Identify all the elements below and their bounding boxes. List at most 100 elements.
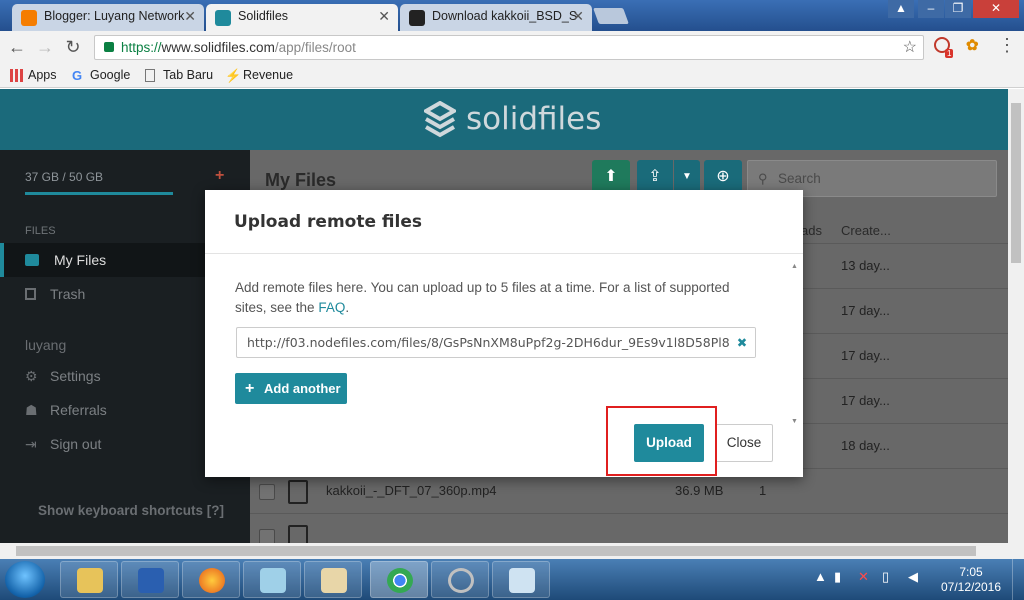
close-tab-icon[interactable]: ✕ <box>572 4 584 29</box>
browser-titlebar: Blogger: Luyang Network ✕ Solidfiles ✕ D… <box>0 0 1024 31</box>
gears-icon: ⚙ <box>25 368 38 384</box>
row-created: 17 day... <box>841 393 890 408</box>
plus-icon: + <box>245 380 255 397</box>
tray-expand-icon[interactable]: ▲ <box>814 569 827 584</box>
add-storage-icon[interactable]: + <box>215 167 224 185</box>
referrals-icon: ☗ <box>25 402 38 418</box>
address-bar[interactable]: https://www.solidfiles.com/app/files/roo… <box>94 35 924 60</box>
upload-dropdown-button[interactable]: ▼ <box>674 160 700 194</box>
scroll-thumb[interactable] <box>1011 103 1021 263</box>
power-icon[interactable]: ▯ <box>882 569 889 585</box>
forward-icon[interactable]: → <box>34 37 56 59</box>
taskbar-chrome[interactable] <box>370 561 428 598</box>
bookmark-revenue[interactable]: ⚡ Revenue <box>225 68 293 82</box>
username: luyang <box>25 337 67 353</box>
firefox-icon <box>199 568 225 593</box>
scroll-thumb[interactable] <box>16 546 976 556</box>
keyboard-shortcuts-link[interactable]: Show keyboard shortcuts [?] <box>38 503 224 518</box>
bookmark-label: Google <box>90 68 131 82</box>
extension-badge: 1 <box>945 49 954 58</box>
row-filename[interactable]: kakkoii_-_DFT_07_360p.mp4 <box>326 483 497 498</box>
taskbar-app[interactable] <box>431 561 489 598</box>
table-row[interactable] <box>250 513 1008 543</box>
network-icon[interactable]: ✕ <box>858 569 869 585</box>
page-icon <box>145 69 155 82</box>
taskbar-explorer[interactable] <box>60 561 118 598</box>
page-vertical-scrollbar[interactable] <box>1008 89 1024 543</box>
taskbar-window[interactable] <box>492 561 550 598</box>
close-tab-icon[interactable]: ✕ <box>184 4 196 29</box>
system-clock[interactable]: 7:05 07/12/2016 <box>936 565 1006 595</box>
volume-icon[interactable]: ◀ <box>908 569 918 585</box>
signal-icon[interactable]: ▮ <box>834 569 841 585</box>
bookmark-tab-baru[interactable]: Tab Baru <box>145 68 213 82</box>
modal-text: Add remote files here. You can upload up… <box>235 280 730 315</box>
start-button[interactable] <box>5 561 45 598</box>
column-downloads[interactable]: ads <box>801 223 822 238</box>
row-checkbox[interactable] <box>259 529 275 543</box>
modal-title: Upload remote files <box>234 212 422 232</box>
add-another-button[interactable]: + Add another <box>235 373 347 404</box>
revenue-extension-icon[interactable]: ✿ <box>966 36 979 54</box>
files-section-label: FILES <box>25 225 56 237</box>
upload-button[interactable]: ⇪ <box>637 160 673 194</box>
sidebar-item-label: Settings <box>50 368 101 384</box>
page-title: My Files <box>265 170 337 190</box>
bookmarks-bar: Apps G Google Tab Baru ⚡ Revenue <box>0 64 1024 88</box>
plus-circle-icon: ⊕ <box>716 168 730 185</box>
taskbar-notepad[interactable] <box>243 561 301 598</box>
solidfiles-logo[interactable]: solidfiles <box>424 99 601 139</box>
bookmark-apps[interactable]: Apps <box>10 68 57 82</box>
remote-url-input[interactable]: http://f03.nodefiles.com/files/8/GsPsNnX… <box>236 327 756 358</box>
restore-icon[interactable]: ❐ <box>945 0 971 18</box>
clear-url-icon[interactable]: ✖ <box>729 328 755 357</box>
minimize-icon[interactable]: – <box>918 0 944 18</box>
browser-toolbar: ← → ↻ https://www.solidfiles.com/app/fil… <box>0 31 1024 64</box>
solidfiles-icon <box>215 10 231 26</box>
apps-grid-icon <box>10 69 23 82</box>
close-window-icon[interactable]: ✕ <box>973 0 1019 18</box>
url-host: www.solidfiles.com <box>161 40 275 55</box>
new-tab-button[interactable] <box>593 8 629 24</box>
tab-download[interactable]: Download kakkoii_BSD_S ✕ <box>400 4 592 31</box>
sidebar-item-label: Sign out <box>50 436 102 452</box>
faq-link[interactable]: FAQ <box>318 300 345 315</box>
bookmark-google[interactable]: G Google <box>72 68 130 82</box>
show-desktop-button[interactable] <box>1012 559 1024 600</box>
page-horizontal-scrollbar[interactable] <box>0 543 1024 559</box>
taskbar-firefox[interactable] <box>182 561 240 598</box>
bookmark-star-icon[interactable]: ☆ <box>903 36 917 59</box>
row-created: 18 day... <box>841 438 890 453</box>
scroll-up-icon[interactable]: ▲ <box>791 263 798 270</box>
reload-icon[interactable]: ↻ <box>62 37 84 59</box>
tab-blogger[interactable]: Blogger: Luyang Network ✕ <box>12 4 204 31</box>
column-created[interactable]: Create... <box>841 223 891 238</box>
app-header: solidfiles <box>0 89 1008 150</box>
app-icon <box>448 568 474 593</box>
paint-icon <box>321 568 347 593</box>
taskbar-paint[interactable] <box>304 561 362 598</box>
clock-date: 07/12/2016 <box>940 580 1002 594</box>
taskbar-word[interactable] <box>121 561 179 598</box>
tab-solidfiles[interactable]: Solidfiles ✕ <box>206 4 398 31</box>
menu-icon[interactable]: ⋮ <box>998 35 1016 56</box>
add-button[interactable]: ⊕ <box>704 160 742 194</box>
clock-time: 7:05 <box>959 565 983 579</box>
revenue-icon: ⚡ <box>225 68 242 83</box>
close-button[interactable]: Close <box>715 424 773 462</box>
user-icon[interactable]: ▲ <box>888 0 914 18</box>
modal-scrollbar[interactable]: ▲ ▼ <box>791 263 801 425</box>
scroll-down-icon[interactable]: ▼ <box>791 418 798 425</box>
sidebar-item-label: Referrals <box>50 402 107 418</box>
row-checkbox[interactable] <box>259 484 275 500</box>
back-icon[interactable]: ← <box>6 37 28 59</box>
modal-text-end: . <box>345 300 350 315</box>
storage-quota: 37 GB / 50 GB <box>25 170 104 184</box>
bookmark-label: Tab Baru <box>163 68 214 82</box>
google-icon: G <box>72 68 83 83</box>
tab-title: Download kakkoii_BSD_S <box>432 9 578 23</box>
create-folder-button[interactable]: ⬆ <box>592 160 630 194</box>
windows-taskbar <box>0 559 1024 600</box>
close-tab-icon[interactable]: ✕ <box>378 4 390 29</box>
quota-progress-bar <box>25 192 173 195</box>
